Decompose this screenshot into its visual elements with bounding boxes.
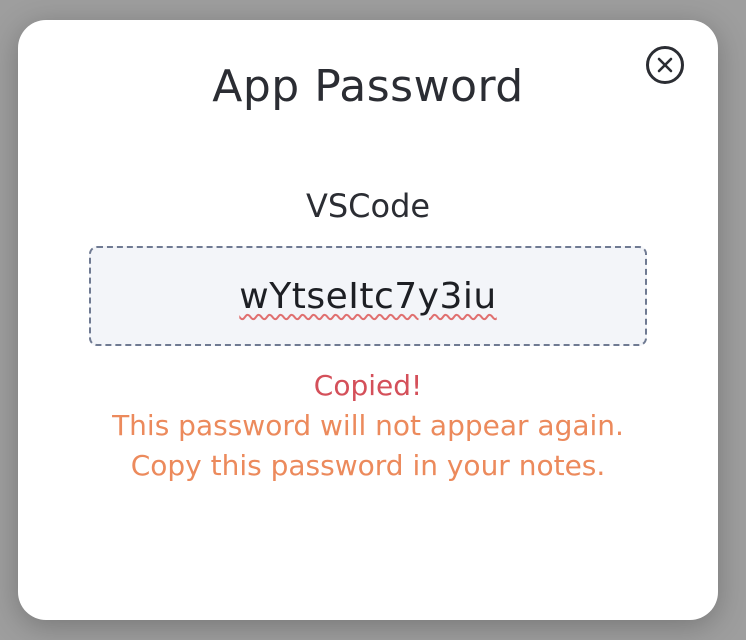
password-field[interactable]: wYtseItc7y3iu bbox=[89, 246, 647, 346]
close-button[interactable] bbox=[646, 46, 684, 84]
password-value[interactable]: wYtseItc7y3iu bbox=[239, 276, 496, 317]
dialog-title: App Password bbox=[212, 61, 524, 112]
warning-text-line-2: Copy this password in your notes. bbox=[130, 449, 606, 482]
app-name-label: VSCode bbox=[305, 187, 431, 225]
warning-text-line-1: This password will not appear again. bbox=[112, 409, 624, 442]
app-password-dialog: App Password VSCode wYtseItc7y3iu Copied… bbox=[18, 20, 718, 620]
close-circle-icon bbox=[657, 57, 673, 73]
copied-status: Copied! bbox=[313, 369, 423, 402]
